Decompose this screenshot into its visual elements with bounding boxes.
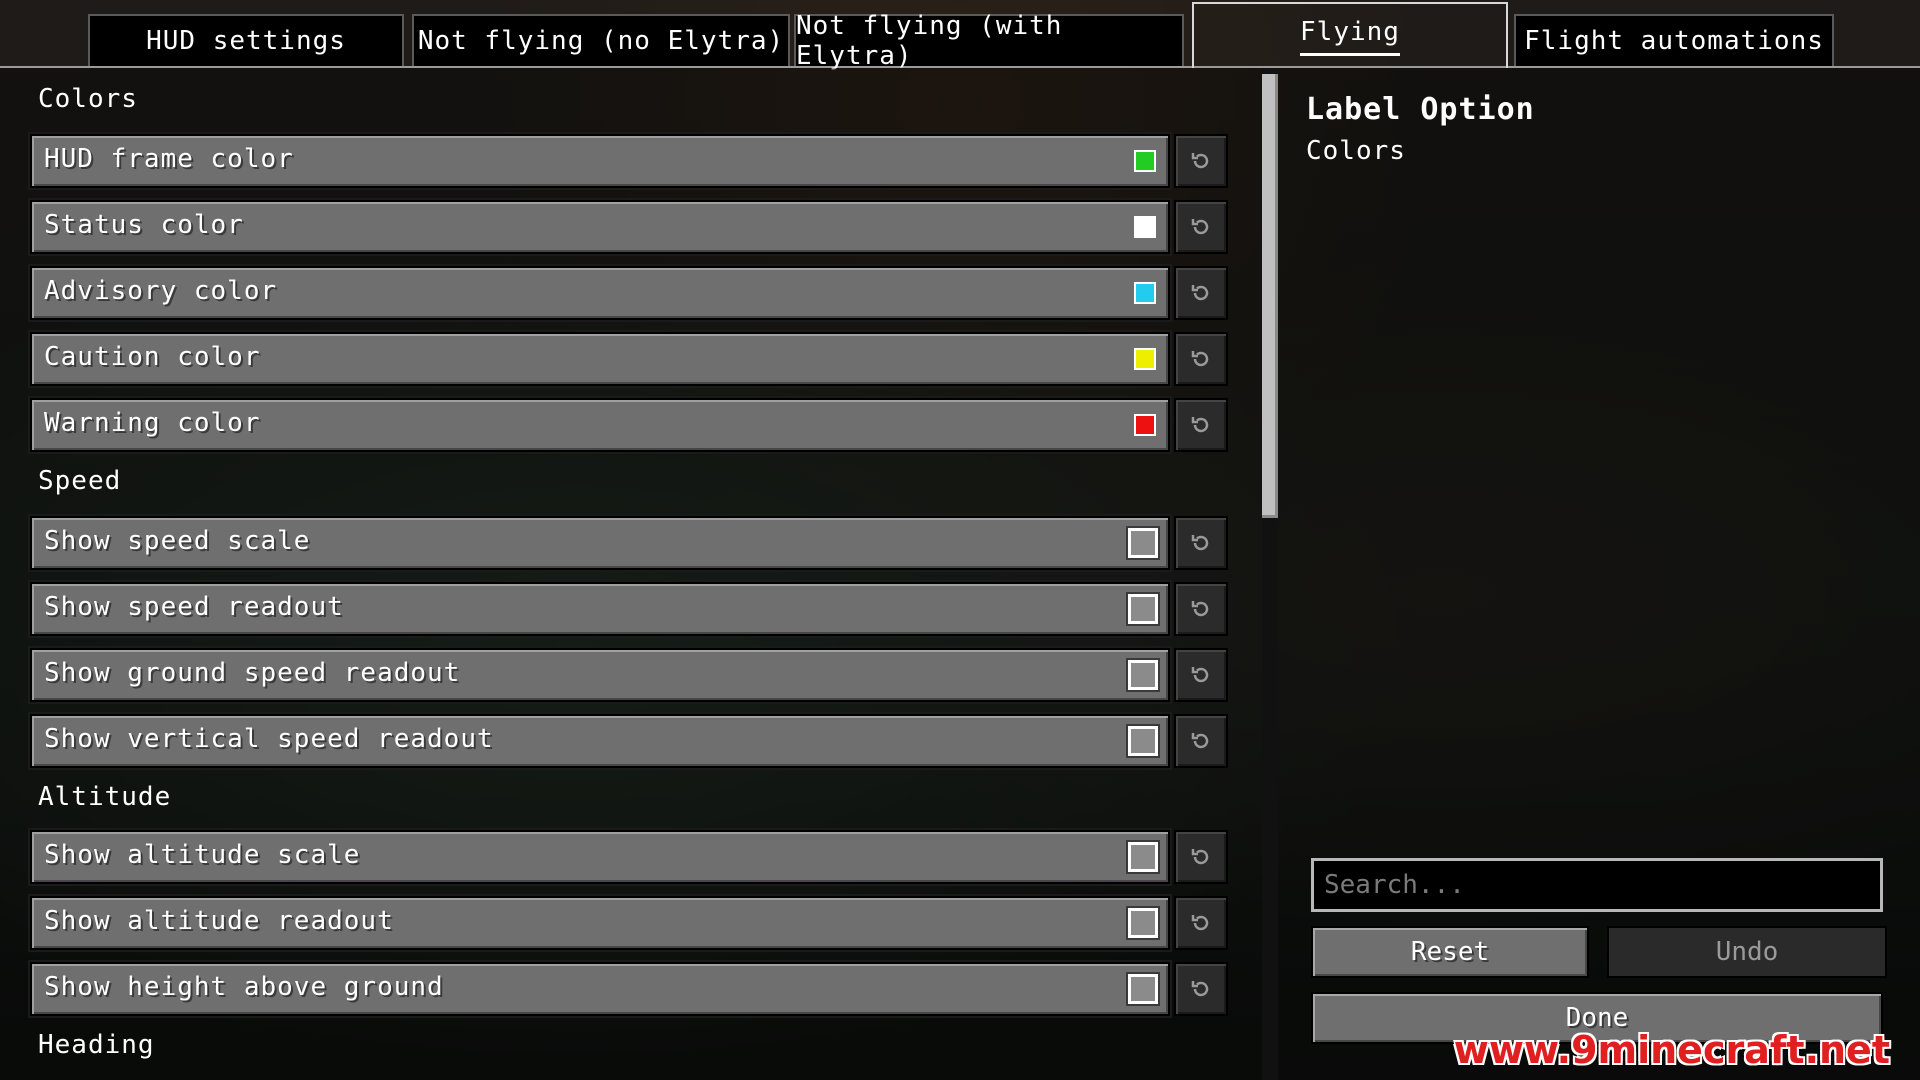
option-label: Status color bbox=[44, 210, 244, 240]
section-heading-altitude: Altitude bbox=[38, 782, 172, 812]
checkbox[interactable] bbox=[1126, 906, 1160, 940]
option-show-speed-readout[interactable]: Show speed readout bbox=[28, 580, 1172, 638]
color-swatch-cyan bbox=[1134, 282, 1156, 304]
option-label: Caution color bbox=[44, 342, 261, 372]
checkbox[interactable] bbox=[1126, 592, 1160, 626]
tab-flying[interactable]: Flying bbox=[1192, 2, 1508, 68]
reset-show-speed-readout-button[interactable] bbox=[1174, 582, 1228, 636]
search-input[interactable] bbox=[1311, 858, 1883, 912]
checkbox[interactable] bbox=[1126, 972, 1160, 1006]
option-label: Show altitude scale bbox=[44, 840, 361, 870]
option-label: Warning color bbox=[44, 408, 261, 438]
reset-advisory-color-button[interactable] bbox=[1174, 266, 1228, 320]
tab-not-flying-no-elytra[interactable]: Not flying (no Elytra) bbox=[412, 14, 790, 66]
reset-show-vertical-speed-readout-button[interactable] bbox=[1174, 714, 1228, 768]
color-swatch-green bbox=[1134, 150, 1156, 172]
option-label: Show height above ground bbox=[44, 972, 444, 1002]
reset-arrow-icon bbox=[1191, 981, 1209, 997]
option-show-ground-speed-readout[interactable]: Show ground speed readout bbox=[28, 646, 1172, 704]
reset-show-height-above-ground-button[interactable] bbox=[1174, 962, 1228, 1016]
tab-hud-settings[interactable]: HUD settings bbox=[88, 14, 404, 66]
tab-label: HUD settings bbox=[146, 26, 346, 56]
reset-status-color-button[interactable] bbox=[1174, 200, 1228, 254]
color-swatch-white bbox=[1134, 216, 1156, 238]
reset-show-ground-speed-readout-button[interactable] bbox=[1174, 648, 1228, 702]
reset-arrow-icon bbox=[1191, 153, 1209, 169]
option-show-altitude-readout[interactable]: Show altitude readout bbox=[28, 894, 1172, 952]
tab-label: Flying bbox=[1300, 17, 1400, 56]
reset-arrow-icon bbox=[1191, 219, 1209, 235]
reset-arrow-icon bbox=[1191, 849, 1209, 865]
undo-button[interactable]: Undo bbox=[1607, 926, 1887, 978]
option-label: Advisory color bbox=[44, 276, 278, 306]
reset-warning-color-button[interactable] bbox=[1174, 398, 1228, 452]
reset-arrow-icon bbox=[1191, 601, 1209, 617]
description-subtitle: Colors bbox=[1306, 136, 1406, 166]
option-label: Show altitude readout bbox=[44, 906, 394, 936]
watermark-text: www.9minecraft.net bbox=[1453, 1028, 1890, 1072]
reset-arrow-icon bbox=[1191, 285, 1209, 301]
section-heading-colors: Colors bbox=[38, 84, 138, 114]
tab-flight-automations[interactable]: Flight automations bbox=[1514, 14, 1834, 66]
tab-not-flying-with-elytra[interactable]: Not flying (with Elytra) bbox=[794, 11, 1184, 71]
reset-arrow-icon bbox=[1191, 733, 1209, 749]
scrollbar-thumb[interactable] bbox=[1262, 74, 1278, 518]
section-heading-heading: Heading bbox=[38, 1030, 155, 1060]
option-show-altitude-scale[interactable]: Show altitude scale bbox=[28, 828, 1172, 886]
checkbox[interactable] bbox=[1126, 658, 1160, 692]
tab-label: Flight automations bbox=[1524, 26, 1824, 56]
option-show-speed-scale[interactable]: Show speed scale bbox=[28, 514, 1172, 572]
reset-hud-frame-color-button[interactable] bbox=[1174, 134, 1228, 188]
option-show-vertical-speed-readout[interactable]: Show vertical speed readout bbox=[28, 712, 1172, 770]
option-warning-color[interactable]: Warning color bbox=[28, 396, 1172, 454]
option-status-color[interactable]: Status color bbox=[28, 198, 1172, 256]
option-advisory-color[interactable]: Advisory color bbox=[28, 264, 1172, 322]
reset-arrow-icon bbox=[1191, 351, 1209, 367]
tab-label: Not flying (with Elytra) bbox=[796, 11, 1063, 71]
reset-show-speed-scale-button[interactable] bbox=[1174, 516, 1228, 570]
description-title: Label Option bbox=[1306, 92, 1535, 127]
reset-arrow-icon bbox=[1191, 915, 1209, 931]
reset-button[interactable]: Reset bbox=[1311, 926, 1589, 978]
color-swatch-red bbox=[1134, 414, 1156, 436]
section-heading-speed: Speed bbox=[38, 466, 122, 496]
option-label: Show ground speed readout bbox=[44, 658, 461, 688]
checkbox[interactable] bbox=[1126, 526, 1160, 560]
reset-arrow-icon bbox=[1191, 535, 1209, 551]
checkbox[interactable] bbox=[1126, 724, 1160, 758]
option-label: Show vertical speed readout bbox=[44, 724, 494, 754]
reset-show-altitude-scale-button[interactable] bbox=[1174, 830, 1228, 884]
tab-label: Not flying (no Elytra) bbox=[417, 26, 785, 56]
option-label: Show speed readout bbox=[44, 592, 344, 622]
tab-bar: HUD settings Not flying (no Elytra) Not … bbox=[0, 0, 1920, 71]
option-caution-color[interactable]: Caution color bbox=[28, 330, 1172, 388]
reset-show-altitude-readout-button[interactable] bbox=[1174, 896, 1228, 950]
option-label: HUD frame color bbox=[44, 144, 294, 174]
option-label: Show speed scale bbox=[44, 526, 311, 556]
option-show-height-above-ground[interactable]: Show height above ground bbox=[28, 960, 1172, 1018]
option-hud-frame-color[interactable]: HUD frame color bbox=[28, 132, 1172, 190]
reset-arrow-icon bbox=[1191, 417, 1209, 433]
reset-caution-color-button[interactable] bbox=[1174, 332, 1228, 386]
checkbox[interactable] bbox=[1126, 840, 1160, 874]
reset-arrow-icon bbox=[1191, 667, 1209, 683]
color-swatch-yellow bbox=[1134, 348, 1156, 370]
